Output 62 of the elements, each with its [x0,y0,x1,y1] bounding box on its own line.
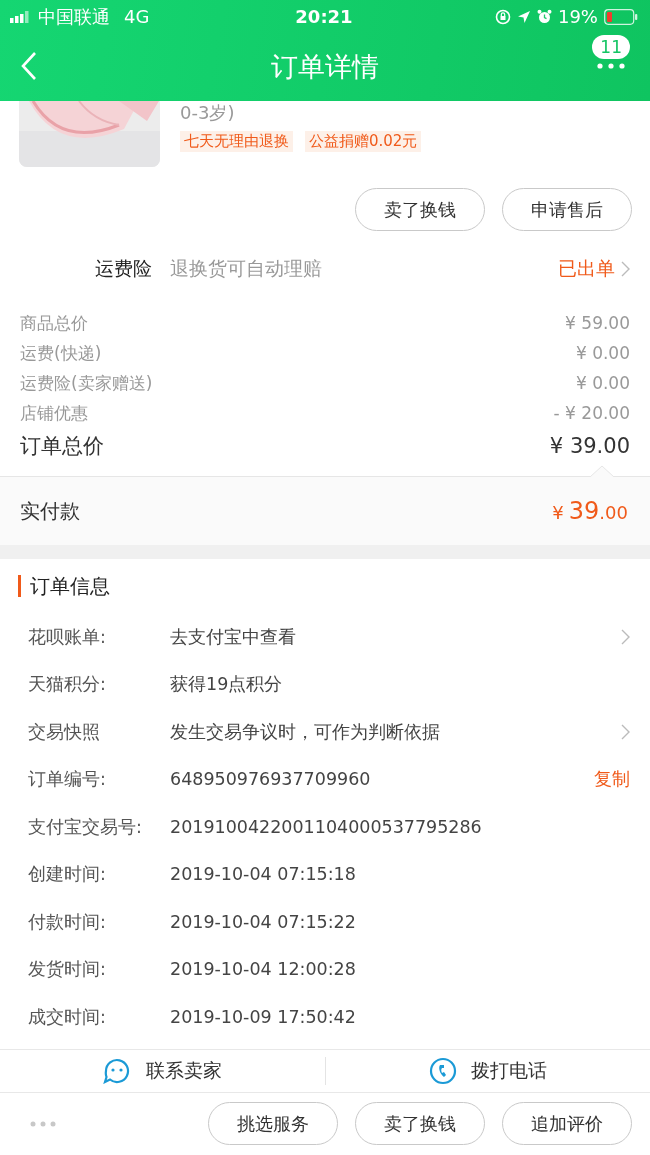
more-icon[interactable] [597,63,626,69]
action-button[interactable]: 申请售后 [502,188,632,231]
product-title: 0-3岁) [180,101,236,125]
info-value: 2019-10-04 07:15:22 [170,911,357,932]
contact-button[interactable]: 联系卖家 [146,1057,223,1084]
price-label: 运费(快递) [20,341,102,365]
price-label: 订单总价 [20,433,104,460]
info-value: 2019-10-04 07:15:18 [170,864,357,885]
more-icon[interactable] [30,1120,56,1127]
footer-button[interactable]: 卖了换钱 [355,1102,485,1146]
phone-icon [428,1056,457,1085]
info-value: 2019100422001104000537795286 [170,816,483,837]
copy-link[interactable]: 复制 [594,767,630,792]
battery-icon [604,8,638,25]
info-label: 发货时间: [27,958,107,982]
network-type: 4G [124,6,150,27]
price-label: 运费险(卖家赠送) [20,371,153,395]
chevron-icon [621,261,630,277]
paid-label: 实付款 [20,497,80,525]
battery-percent: 19% [557,6,598,27]
section-title: 订单信息 [18,575,630,597]
info-value: 2019-10-09 17:50:42 [170,1006,357,1027]
footer-button[interactable]: 挑选服务 [208,1102,338,1146]
service-tag: 七天无理由退换 [180,131,293,152]
info-label: 支付宝交易号: [27,815,143,839]
notification-badge: 11 [592,35,630,59]
info-label: 天猫积分: [27,673,107,697]
info-value: 获得19点积分 [170,673,284,697]
signal-icon [10,10,32,23]
info-value: 2019-10-04 12:00:28 [170,959,357,980]
info-label: 交易快照 [27,720,101,744]
info-label: 成交时间: [27,1005,107,1029]
info-value: 648950976937709960 [170,769,372,790]
chevron-icon[interactable] [621,628,630,645]
alarm-clock-icon [536,9,552,24]
price-label: 店铺优惠 [20,401,88,425]
rotation-lock-icon [494,8,511,25]
info-label: 订单编号: [27,768,107,792]
price-value: ¥ 0.00 [575,343,630,363]
contact-button[interactable]: 拨打电话 [470,1057,547,1084]
insurance-label: 运费险 [95,256,152,281]
service-tag: 公益捐赠0.02元 [305,131,422,152]
location-arrow-icon [516,9,531,24]
insurance-description: 退换货可自动理赔 [170,256,323,281]
info-value: 去支付宝中查看 [170,625,297,649]
info-value: 发生交易争议时，可作为判断依据 [170,720,441,744]
price-value: ¥ 39.00 [549,434,630,458]
paid-amount: ¥ 39.00 [552,497,628,525]
action-button[interactable]: 卖了换钱 [355,188,485,231]
info-label: 创建时间: [27,863,107,887]
footer-button[interactable]: 追加评价 [502,1102,632,1146]
info-label: 付款时间: [27,910,107,934]
info-label: 花呗账单: [27,625,107,649]
price-value: ¥ 0.00 [575,373,630,393]
page-title: 订单详情 [271,50,379,84]
price-value: ¥ 59.00 [565,313,630,333]
chevron-icon[interactable] [621,723,630,740]
carrier-name: 中国联通 [38,4,110,29]
price-value: - ¥ 20.00 [553,403,630,423]
back-icon[interactable] [20,51,38,81]
clock: 20:21 [295,6,353,27]
price-label: 商品总价 [20,311,88,335]
